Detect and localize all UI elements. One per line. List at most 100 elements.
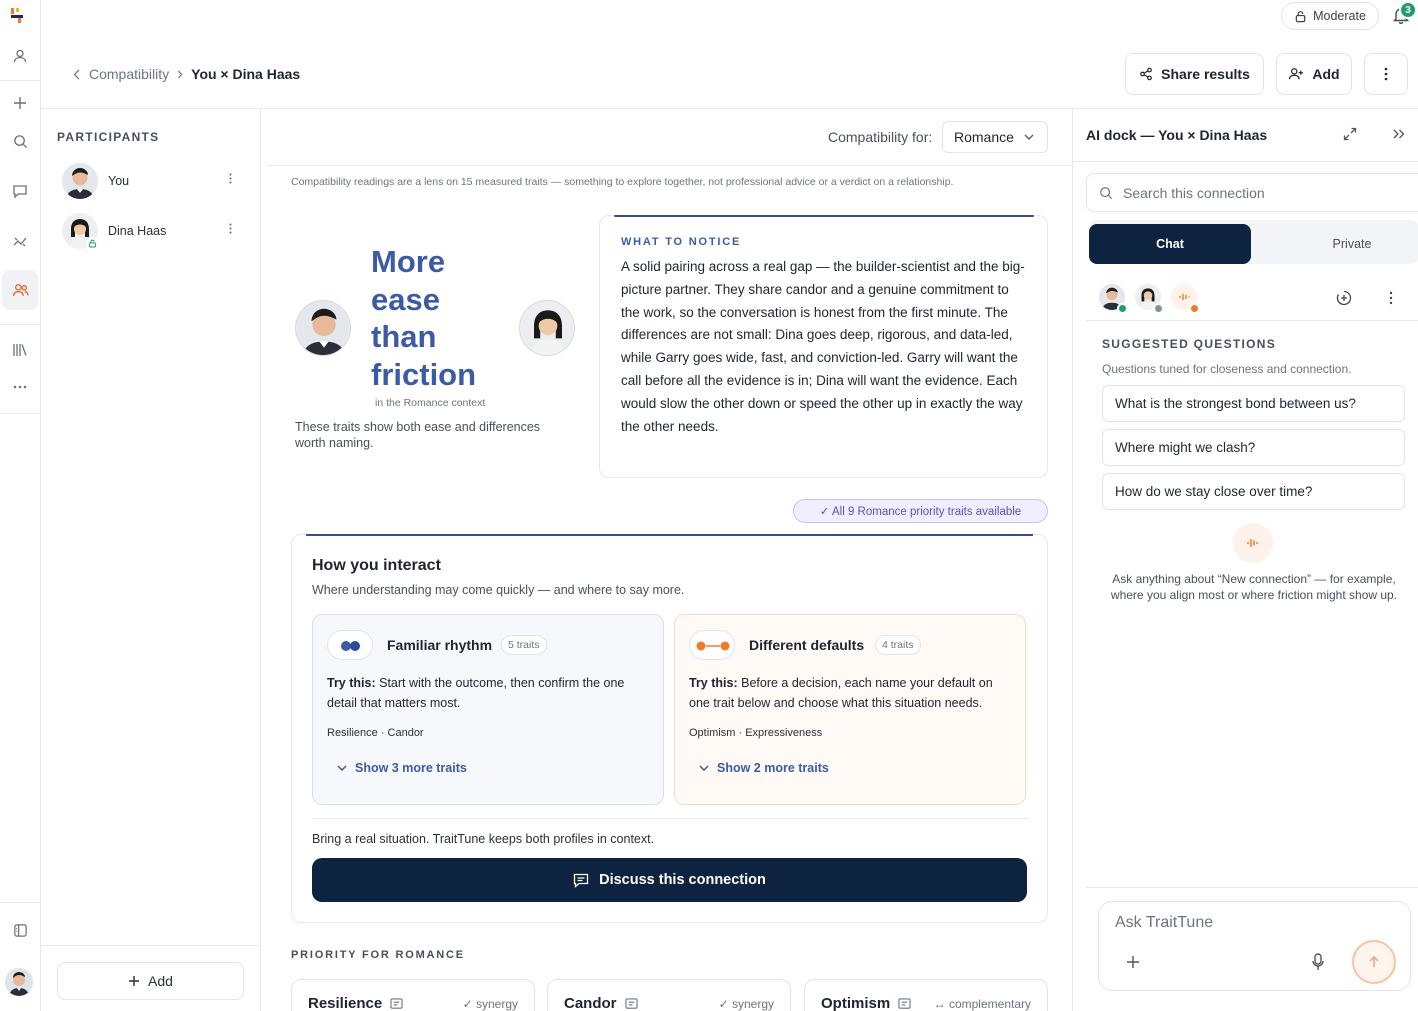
familiar-rhythm-card: Familiar rhythm 5 traits Try this: Start…	[312, 614, 664, 805]
priority-traits-badge: ✓ All 9 Romance priority traits availabl…	[793, 499, 1048, 523]
compatibility-for-label: Compatibility for:	[828, 129, 933, 145]
different-show-more-button[interactable]: Show 2 more traits	[699, 761, 829, 775]
different-title: Different defaults	[749, 637, 865, 653]
moderate-mode-button[interactable]: Moderate	[1281, 2, 1379, 30]
share-icon	[1140, 67, 1153, 81]
plus-icon	[129, 976, 140, 986]
participants-title: PARTICIPANTS	[57, 130, 160, 144]
chevron-down-icon	[1024, 134, 1034, 140]
library-icon[interactable]	[7, 337, 33, 363]
priority-card-candor[interactable]: Candor ✓ synergy	[547, 979, 791, 1011]
context-caption: in the Romance context	[375, 397, 486, 409]
new-icon[interactable]	[7, 90, 33, 116]
send-button[interactable]	[1352, 940, 1396, 984]
tab-chat[interactable]: Chat	[1089, 224, 1251, 264]
tab-private[interactable]: Private	[1271, 224, 1418, 264]
participants-panel: PARTICIPANTS You Dina Haas Add	[41, 109, 261, 1011]
priority-card-resilience[interactable]: Resilience ✓ synergy	[291, 979, 535, 1011]
more-vertical-icon[interactable]	[1389, 291, 1393, 305]
microphone-icon[interactable]	[1312, 953, 1324, 971]
priority-title: PRIORITY FOR ROMANCE	[291, 949, 465, 961]
search-icon	[1100, 186, 1113, 199]
different-defaults-card: Different defaults 4 traits Try this: Be…	[674, 614, 1026, 805]
message-icon	[573, 873, 589, 888]
panel-toggle-icon[interactable]	[7, 917, 33, 943]
collapse-dock-icon[interactable]	[1393, 129, 1405, 139]
participant-name: Dina Haas	[108, 224, 167, 238]
context-select-value: Romance	[954, 129, 1014, 145]
more-vertical-icon[interactable]	[229, 223, 232, 234]
dock-avatar-you	[1099, 284, 1128, 314]
add-person-button[interactable]: Add	[1276, 53, 1352, 95]
participant-row-you[interactable]: You	[62, 161, 242, 201]
familiar-show-more-button[interactable]: Show 3 more traits	[337, 761, 467, 775]
chevron-down-icon	[337, 765, 347, 771]
avatar-dina	[519, 300, 575, 356]
expand-icon[interactable]	[1343, 127, 1357, 141]
priority-name: Candor	[564, 995, 617, 1011]
different-try: Try this: Before a decision, each name y…	[689, 673, 1014, 713]
waveform-icon	[1233, 523, 1273, 563]
interact-title: How you interact	[312, 557, 441, 574]
share-results-button[interactable]: Share results	[1125, 53, 1264, 95]
discuss-connection-button[interactable]: Discuss this connection	[312, 858, 1027, 902]
familiar-count: 5 traits	[501, 635, 547, 655]
compatibility-icon[interactable]	[2, 270, 38, 310]
composer-input[interactable]: Ask TraitTune	[1115, 914, 1213, 932]
breadcrumb-parent[interactable]: Compatibility	[89, 66, 169, 82]
priority-name: Resilience	[308, 995, 383, 1011]
discuss-connection-label: Discuss this connection	[599, 872, 766, 888]
app-logo-icon[interactable]	[9, 7, 25, 23]
chevron-down-icon	[699, 765, 709, 771]
note-icon	[624, 997, 638, 1009]
dock-tabs: Chat Private	[1089, 220, 1418, 264]
compare-icon[interactable]	[7, 228, 33, 254]
familiar-show-more-label: Show 3 more traits	[355, 761, 467, 775]
priority-tag: ✓ synergy	[462, 997, 518, 1011]
add-person-label: Add	[1312, 66, 1340, 82]
participants-footer: Add	[41, 945, 261, 1011]
familiar-try: Try this: Start with the outcome, then c…	[327, 673, 652, 713]
different-show-more-label: Show 2 more traits	[717, 761, 829, 775]
breadcrumb-current: You × Dina Haas	[191, 66, 301, 82]
context-select[interactable]: Romance	[942, 121, 1048, 153]
priority-card-optimism[interactable]: Optimism ↔ complementary	[804, 979, 1048, 1011]
different-count: 4 traits	[875, 635, 921, 655]
priority-tag: ✓ synergy	[718, 997, 774, 1011]
more-vertical-icon[interactable]	[1364, 53, 1408, 95]
more-vertical-icon[interactable]	[229, 173, 232, 184]
suggested-question[interactable]: What is the strongest bond between us?	[1102, 385, 1405, 422]
dock-title: AI dock — You × Dina Haas	[1086, 127, 1268, 143]
profile-icon[interactable]	[7, 43, 33, 69]
main-content: Compatibility for: Romance Compatibility…	[261, 109, 1072, 1011]
lock-icon	[86, 237, 99, 250]
more-horizontal-icon[interactable]	[7, 374, 33, 400]
familiar-traits: Resilience · Candor	[327, 727, 424, 739]
note-icon	[390, 997, 403, 1009]
what-to-notice-text: A solid pairing across a real gap — the …	[621, 259, 1025, 434]
suggested-question[interactable]: How do we stay close over time?	[1102, 473, 1405, 510]
chat-icon[interactable]	[7, 178, 33, 204]
user-avatar[interactable]	[5, 968, 33, 996]
dock-search-placeholder: Search this connection	[1123, 184, 1265, 201]
try-label: Try this:	[689, 676, 738, 690]
chevron-left-icon[interactable]	[73, 68, 81, 80]
search-icon[interactable]	[7, 128, 33, 154]
plus-icon[interactable]	[1126, 955, 1140, 969]
add-participant-button[interactable]: Add	[57, 962, 244, 1000]
suggested-question[interactable]: Where might we clash?	[1102, 429, 1405, 466]
note-icon	[898, 997, 911, 1009]
add-participant-label: Add	[148, 973, 173, 989]
dock-avatar-dina	[1135, 284, 1164, 314]
avatar	[62, 163, 98, 199]
add-chat-icon[interactable]	[1336, 290, 1352, 306]
participant-row-dina[interactable]: Dina Haas	[62, 211, 242, 251]
participant-name: You	[108, 174, 130, 188]
arrow-up-icon	[1369, 956, 1379, 967]
composer[interactable]: Ask TraitTune	[1098, 901, 1411, 991]
dock-search-input[interactable]: Search this connection	[1086, 173, 1418, 212]
different-dots-icon	[689, 630, 735, 660]
lock-icon	[1295, 10, 1306, 22]
interact-subtitle: Where understanding may come quickly — a…	[312, 583, 685, 597]
different-traits: Optimism · Expressiveness	[689, 727, 823, 739]
